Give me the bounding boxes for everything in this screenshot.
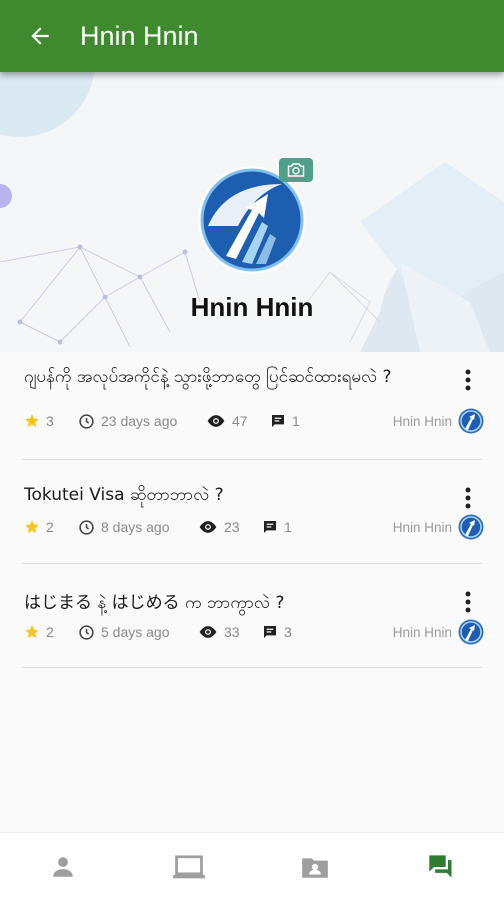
- views: 33: [224, 624, 240, 640]
- more-vert-icon: [465, 591, 471, 613]
- star-icon: [25, 414, 39, 428]
- time-ago: 8 days ago: [101, 519, 170, 535]
- list-item[interactable]: はじまる နဲ့ はじめる က ဘာကွာလဲ ? 2 5 days ago 3…: [0, 564, 504, 668]
- post-author: Hnin Hnin: [392, 408, 484, 434]
- more-options-button[interactable]: [458, 484, 478, 512]
- comment-count: 3: [262, 621, 292, 643]
- forum-icon: [429, 854, 452, 877]
- more-vert-icon: [465, 487, 471, 509]
- camera-icon: [287, 163, 305, 177]
- more-vert-icon: [465, 369, 471, 391]
- person-icon: [53, 856, 73, 877]
- app-bar-title: Hnin Hnin: [80, 20, 199, 51]
- star-icon: [25, 625, 39, 639]
- comment-icon: [264, 521, 276, 533]
- change-photo-button[interactable]: [279, 158, 313, 182]
- list-item[interactable]: ဂျပန်ကို အလုပ်အကိုင်နဲ့ သွားဖို့ဘာတွေ ပြ…: [0, 352, 504, 460]
- post-time: 23 days ago: [78, 410, 177, 432]
- eye-icon: [199, 626, 217, 638]
- back-button[interactable]: [0, 0, 80, 72]
- author-name: Hnin Hnin: [392, 624, 452, 640]
- star-icon: [25, 520, 39, 534]
- post-author: Hnin Hnin: [392, 514, 484, 540]
- time-ago: 5 days ago: [101, 624, 170, 640]
- author-name: Hnin Hnin: [392, 413, 452, 429]
- nav-item-laptop[interactable]: [126, 833, 252, 900]
- post-time: 8 days ago: [78, 516, 170, 538]
- author-avatar: [458, 408, 484, 434]
- comment-icon: [272, 415, 284, 427]
- post-title: Tokutei Visa ဆိုတာဘာလဲ ?: [24, 485, 224, 505]
- comment-icon: [264, 626, 276, 638]
- comments: 1: [292, 413, 300, 429]
- author-name: Hnin Hnin: [392, 519, 452, 535]
- app-bar: Hnin Hnin: [0, 0, 504, 72]
- comments: 3: [284, 624, 292, 640]
- eye-icon: [199, 521, 217, 533]
- author-avatar: [458, 514, 484, 540]
- clock-icon: [79, 519, 94, 535]
- contact-card-icon: [302, 857, 328, 878]
- post-title: はじまる နဲ့ はじめる က ဘာကွာလဲ ?: [24, 593, 285, 613]
- more-options-button[interactable]: [458, 588, 478, 616]
- rating: 3: [24, 410, 54, 432]
- post-meta: 2 5 days ago 33 3 Hnin Hnin: [24, 619, 484, 645]
- divider: [22, 667, 482, 668]
- post-list: ဂျပန်ကို အလုပ်အကိုင်နဲ့ သွားဖို့ဘာတွေ ပြ…: [0, 352, 504, 668]
- view-count: 47: [206, 410, 248, 432]
- rating: 2: [24, 516, 54, 538]
- eye-icon: [207, 415, 225, 427]
- profile-header: Hnin Hnin: [0, 72, 504, 352]
- author-avatar: [458, 619, 484, 645]
- post-time: 5 days ago: [78, 621, 170, 643]
- profile-name: Hnin Hnin: [190, 292, 314, 322]
- list-item[interactable]: Tokutei Visa ဆိုတာဘာလဲ ? 2 8 days ago 23…: [0, 460, 504, 564]
- rating: 2: [24, 621, 54, 643]
- rating-count: 2: [46, 624, 54, 640]
- nav-item-profile[interactable]: [0, 833, 126, 900]
- post-author: Hnin Hnin: [392, 619, 484, 645]
- laptop-icon: [173, 854, 205, 878]
- comments: 1: [284, 519, 292, 535]
- nav-item-contacts[interactable]: [252, 833, 378, 900]
- rating-count: 2: [46, 519, 54, 535]
- comment-count: 1: [270, 410, 300, 432]
- clock-icon: [79, 413, 94, 429]
- rating-count: 3: [46, 413, 54, 429]
- post-meta: 3 23 days ago 47 1 Hnin Hnin: [24, 408, 484, 434]
- view-count: 33: [198, 621, 240, 643]
- post-meta: 2 8 days ago 23 1 Hnin Hnin: [24, 514, 484, 540]
- comment-count: 1: [262, 516, 292, 538]
- nav-item-forum[interactable]: [378, 833, 504, 900]
- views: 23: [224, 519, 240, 535]
- bottom-navigation: [0, 832, 504, 900]
- arrow-back-icon: [31, 27, 49, 45]
- view-count: 23: [198, 516, 240, 538]
- views: 47: [232, 413, 248, 429]
- time-ago: 23 days ago: [101, 413, 178, 429]
- more-options-button[interactable]: [458, 366, 478, 394]
- post-title: ဂျပန်ကို အလုပ်အကိုင်နဲ့ သွားဖို့ဘာတွေ ပြ…: [24, 367, 392, 387]
- clock-icon: [79, 624, 94, 640]
